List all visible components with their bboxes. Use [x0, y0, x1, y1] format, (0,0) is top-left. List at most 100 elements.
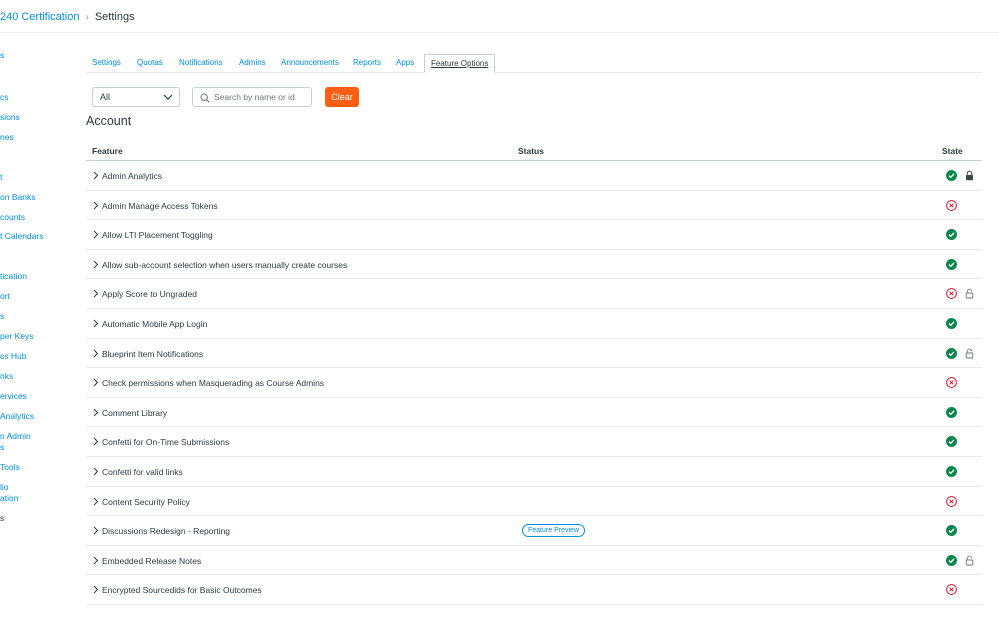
disabled-x-icon[interactable]: [946, 496, 957, 507]
enabled-check-icon[interactable]: [946, 259, 957, 270]
sidebar-item[interactable]: nes: [0, 132, 14, 142]
table-body: Admin Analytics Admin Manage Access Token…: [86, 161, 982, 617]
breadcrumb-course-link[interactable]: 240 Certification: [0, 11, 80, 23]
chevron-down-icon: [163, 93, 173, 101]
clear-button[interactable]: Clear: [325, 87, 359, 107]
disabled-x-icon[interactable]: [946, 377, 957, 388]
sidebar-item[interactable]: ervices: [0, 391, 27, 401]
sidebar-item[interactable]: tication: [0, 271, 27, 281]
enabled-check-icon[interactable]: [946, 348, 957, 359]
feature-name[interactable]: Allow sub-account selection when users m…: [102, 260, 347, 270]
enabled-check-icon[interactable]: [946, 466, 957, 477]
sidebar-item[interactable]: ation: [0, 493, 18, 503]
sidebar-item[interactable]: t: [0, 172, 2, 182]
feature-name[interactable]: Comment Library: [102, 408, 167, 418]
sidebar-item[interactable]: on Banks: [0, 192, 35, 202]
enabled-check-icon[interactable]: [946, 170, 957, 181]
tab-feature-options[interactable]: Feature Options: [424, 54, 495, 73]
feature-name[interactable]: Discussions Redesign - Reporting: [102, 526, 230, 536]
sidebar-item[interactable]: t Calendars: [0, 231, 43, 241]
chevron-right-icon[interactable]: [92, 230, 99, 239]
chevron-right-icon[interactable]: [92, 497, 99, 506]
chevron-right-icon[interactable]: [92, 201, 99, 210]
sidebar-item[interactable]: s: [0, 513, 4, 523]
chevron-right-icon[interactable]: [92, 319, 99, 328]
lock-icon[interactable]: [965, 170, 974, 181]
feature-name[interactable]: Automatic Mobile App Login: [102, 319, 207, 329]
chevron-right-icon[interactable]: [92, 467, 99, 476]
sidebar-item[interactable]: s: [0, 442, 4, 452]
chevron-right-icon[interactable]: [92, 526, 99, 535]
feature-name[interactable]: Admin Manage Access Tokens: [102, 201, 218, 211]
chevron-right-icon[interactable]: [92, 556, 99, 565]
table-row: Discussions Redesign - Reporting Feature …: [86, 516, 982, 546]
enabled-check-icon[interactable]: [946, 555, 957, 566]
header-status: Status: [518, 146, 544, 156]
feature-name[interactable]: Admin Analytics: [102, 171, 162, 181]
enabled-check-icon[interactable]: [946, 318, 957, 329]
disabled-x-icon[interactable]: [946, 288, 957, 299]
sidebar-item[interactable]: Tools: [0, 462, 20, 472]
chevron-right-icon[interactable]: [92, 408, 99, 417]
sidebar-item[interactable]: s: [0, 311, 4, 321]
search-icon: [200, 93, 210, 103]
sidebar-item[interactable]: sions: [0, 112, 20, 122]
unlock-icon[interactable]: [965, 555, 974, 566]
section-title: Account: [86, 114, 131, 128]
tab-apps[interactable]: Apps: [390, 54, 420, 73]
table-row: [86, 605, 982, 617]
table-row: Comment Library: [86, 398, 982, 428]
header-state: State: [942, 146, 963, 156]
feature-name[interactable]: Allow LTI Placement Toggling: [102, 230, 213, 240]
enabled-check-icon[interactable]: [946, 525, 957, 536]
feature-name[interactable]: Confetti for valid links: [102, 467, 183, 477]
unlock-icon[interactable]: [965, 288, 974, 299]
unlock-icon[interactable]: [965, 348, 974, 359]
tab-reports[interactable]: Reports: [347, 54, 387, 73]
tab-quotas[interactable]: Quotas: [131, 54, 169, 73]
chevron-right-icon[interactable]: [92, 585, 99, 594]
search-input[interactable]: [214, 90, 308, 104]
tab-notifications[interactable]: Notifications: [173, 54, 229, 73]
feature-name[interactable]: Check permissions when Masquerading as C…: [102, 378, 324, 388]
disabled-x-icon[interactable]: [946, 200, 957, 211]
sidebar-item[interactable]: nks: [0, 371, 13, 381]
tab-announcements[interactable]: Announcements: [275, 54, 345, 73]
enabled-check-icon[interactable]: [946, 436, 957, 447]
feature-name[interactable]: Embedded Release Notes: [102, 556, 201, 566]
chevron-right-icon[interactable]: [92, 378, 99, 387]
table-row: Content Security Policy: [86, 487, 982, 517]
feature-name[interactable]: Content Security Policy: [102, 497, 190, 507]
sidebar-item[interactable]: ort: [0, 291, 10, 301]
table-row: Confetti for valid links: [86, 457, 982, 487]
sidebar-item[interactable]: s: [0, 50, 4, 60]
feature-name[interactable]: Encrypted Sourcedids for Basic Outcomes: [102, 585, 262, 595]
enabled-check-icon[interactable]: [946, 229, 957, 240]
table-row: Confetti for On-Time Submissions: [86, 427, 982, 457]
tab-admins[interactable]: Admins: [233, 54, 272, 73]
filter-select[interactable]: All: [92, 87, 180, 107]
feature-name[interactable]: Apply Score to Ungraded: [102, 289, 197, 299]
disabled-x-icon[interactable]: [946, 584, 957, 595]
feature-name[interactable]: Confetti for On-Time Submissions: [102, 437, 229, 447]
sidebar-item[interactable]: cs: [0, 92, 9, 102]
sidebar-item[interactable]: cs Hub: [0, 351, 26, 361]
table-row: Allow sub-account selection when users m…: [86, 250, 982, 280]
status-badge: Feature Preview: [522, 524, 585, 537]
sidebar-item[interactable]: n Admin: [0, 431, 31, 441]
chevron-right-icon[interactable]: [92, 171, 99, 180]
chevron-right-icon[interactable]: [92, 260, 99, 269]
chevron-right-icon[interactable]: [92, 349, 99, 358]
feature-table: Feature Status State Admin AnalyticsAdmi…: [86, 142, 982, 617]
tab-settings[interactable]: Settings: [86, 54, 127, 73]
sidebar-item[interactable]: per Keys: [0, 331, 34, 341]
feature-name[interactable]: Blueprint Item Notifications: [102, 349, 203, 359]
chevron-right-icon[interactable]: [92, 289, 99, 298]
enabled-check-icon[interactable]: [946, 407, 957, 418]
sidebar-item[interactable]: counts: [0, 212, 25, 222]
filter-select-value: All: [100, 92, 110, 102]
sidebar-item[interactable]: Analytics: [0, 411, 34, 421]
chevron-right-icon[interactable]: [92, 437, 99, 446]
header-divider: [0, 32, 999, 33]
sidebar-item[interactable]: lio: [0, 482, 9, 492]
